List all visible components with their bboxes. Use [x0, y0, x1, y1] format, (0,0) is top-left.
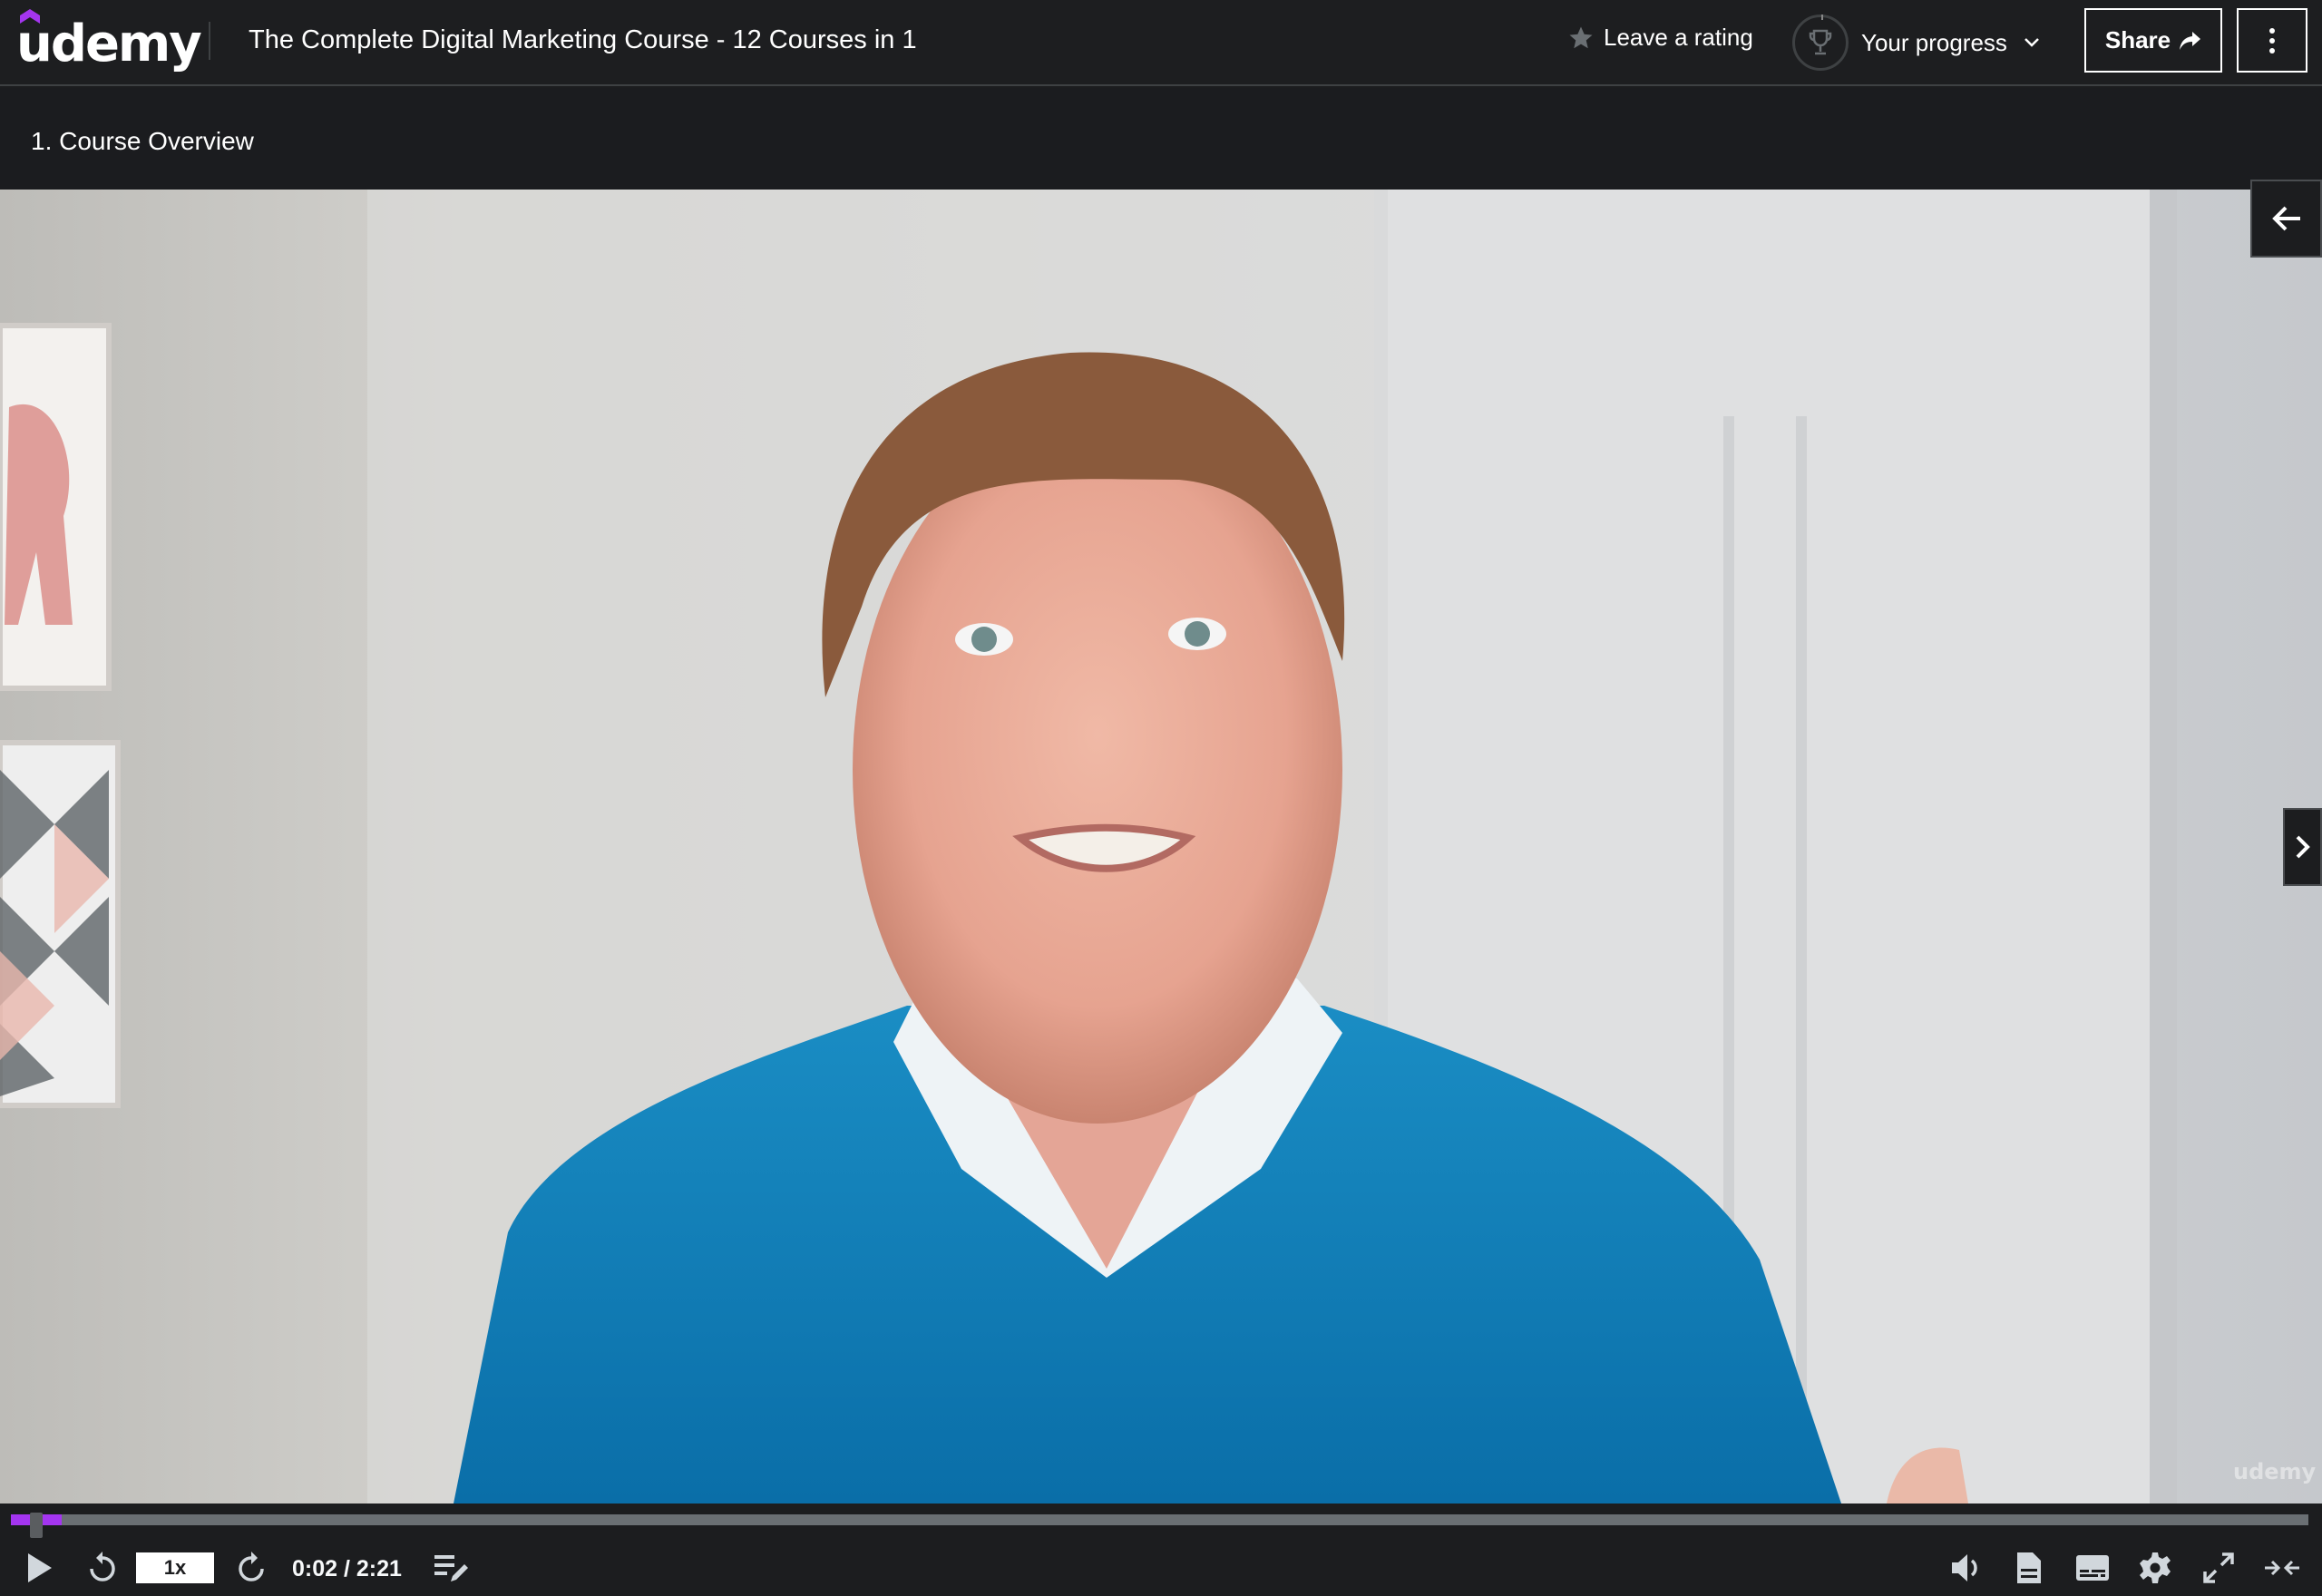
logo-text: udemy — [16, 15, 202, 73]
add-note-button[interactable] — [430, 1547, 472, 1589]
lecture-title: 1. Course Overview — [31, 127, 254, 155]
leave-rating-label: Leave a rating — [1604, 24, 1753, 51]
volume-icon — [1952, 1554, 1977, 1581]
chevron-down-icon — [2024, 38, 2039, 47]
star-icon — [1569, 26, 1593, 48]
person-face — [853, 416, 1342, 1124]
playback-speed-button[interactable]: 1x — [136, 1552, 214, 1583]
add-note-icon — [434, 1555, 468, 1581]
transcript-button[interactable] — [2012, 1547, 2046, 1589]
your-progress-dropdown[interactable]: Your progress — [1792, 11, 2040, 74]
fullscreen-icon — [2203, 1552, 2234, 1583]
more-dot — [2269, 37, 2275, 44]
leave-rating-button[interactable]: Leave a rating — [1567, 24, 1753, 52]
lecture-title-bar: 1. Course Overview — [0, 88, 2322, 190]
udemy-logo[interactable]: udemy — [16, 9, 202, 73]
settings-icon — [2140, 1552, 2171, 1583]
transcript-icon — [2017, 1552, 2041, 1583]
share-label: Share — [2104, 26, 2171, 54]
your-progress-label: Your progress — [1861, 28, 2007, 56]
trophy-icon — [1809, 29, 1832, 55]
more-options-button[interactable] — [2237, 8, 2307, 73]
progress-ring — [1792, 15, 1849, 71]
expand-collapse-icon — [2265, 1560, 2299, 1576]
next-lecture-button[interactable] — [2283, 808, 2322, 886]
rewind-button[interactable] — [83, 1547, 122, 1589]
seek-bar[interactable] — [11, 1513, 2308, 1538]
rewind-5-icon — [90, 1552, 115, 1581]
chevron-right-icon — [2296, 835, 2310, 859]
forward-button[interactable] — [232, 1547, 270, 1589]
door-edge — [2150, 190, 2177, 1504]
seek-handle[interactable] — [30, 1513, 44, 1538]
time-display: 0:02 / 2:21 — [292, 1556, 402, 1581]
more-vertical-icon — [2269, 27, 2275, 34]
arrow-left-icon — [2271, 206, 2300, 231]
udemy-watermark: udemy — [2233, 1459, 2317, 1484]
header-divider — [209, 22, 210, 60]
player-controls: 1x 0:02 / 2:21 — [0, 1504, 2322, 1596]
collapse-sidebar-button[interactable] — [2250, 180, 2322, 258]
fullscreen-button[interactable] — [2200, 1547, 2237, 1589]
play-button[interactable] — [22, 1547, 58, 1589]
video-frame — [0, 190, 2322, 1504]
captions-button[interactable] — [2073, 1547, 2112, 1589]
video-player[interactable]: udemy — [0, 190, 2322, 1504]
share-button[interactable]: Share — [2084, 8, 2222, 73]
share-arrow-icon — [2180, 31, 2201, 50]
play-icon — [28, 1553, 52, 1582]
volume-button[interactable] — [1948, 1547, 1985, 1589]
expand-collapse-button[interactable] — [2262, 1547, 2302, 1589]
door-panel-line — [1796, 416, 1807, 1504]
person-iris-left — [971, 627, 997, 652]
settings-button[interactable] — [2137, 1547, 2173, 1589]
person-iris-right — [1185, 621, 1210, 647]
captions-icon — [2076, 1555, 2109, 1581]
course-title[interactable]: The Complete Digital Marketing Course - … — [249, 25, 917, 55]
top-header: udemy The Complete Digital Marketing Cou… — [0, 0, 2322, 86]
more-dot — [2269, 47, 2275, 54]
forward-5-icon — [239, 1552, 264, 1581]
